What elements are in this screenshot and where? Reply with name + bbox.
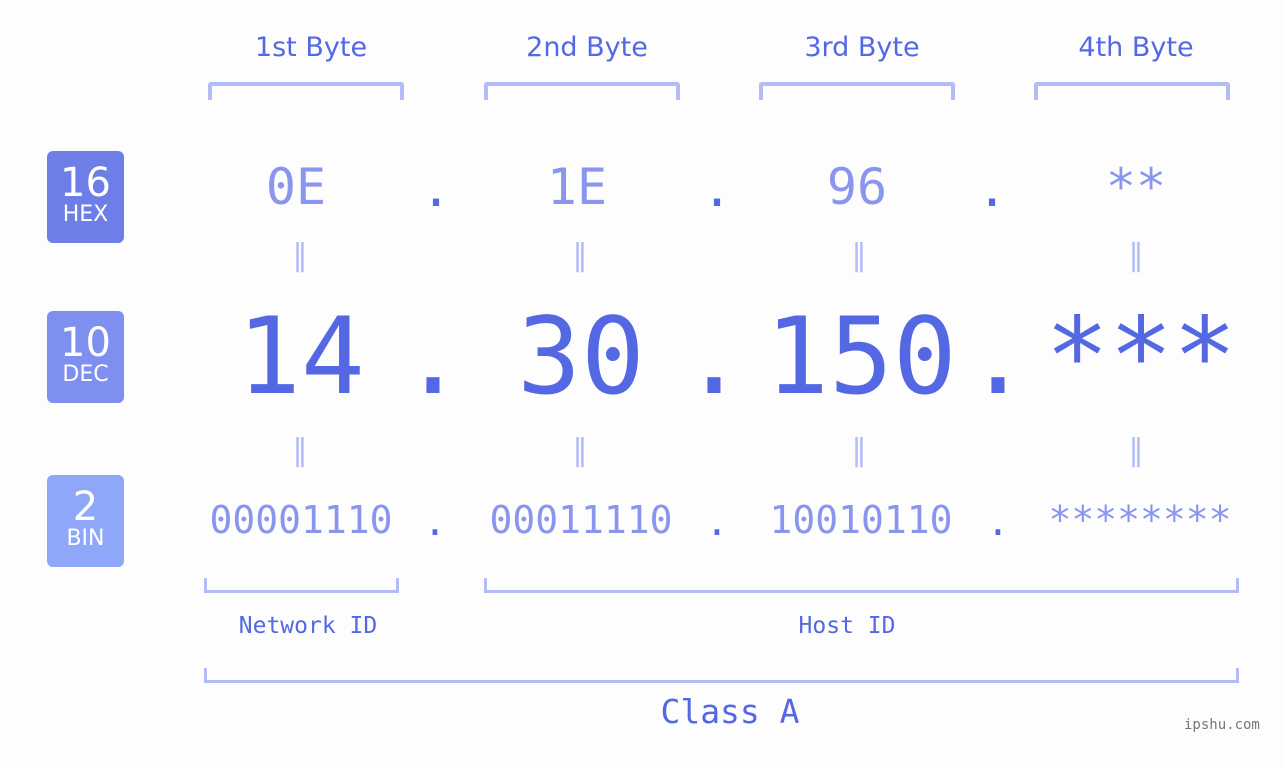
hex-dot-2: . <box>701 160 733 218</box>
equals-icon: ‖ <box>292 433 308 468</box>
equals-icon: ‖ <box>1128 238 1144 273</box>
bin-label: BIN <box>66 526 105 551</box>
equals-icon: ‖ <box>572 433 588 468</box>
bin-dot-2: . <box>705 500 729 544</box>
byte-bracket-4 <box>1034 82 1230 100</box>
hex-byte-2: 1E <box>546 158 608 216</box>
dec-byte-3: 150 <box>765 295 957 418</box>
bin-byte-2: 00011110 <box>489 498 673 542</box>
hex-badge: 16 HEX <box>47 151 124 243</box>
network-id-bracket <box>204 578 399 593</box>
bin-base: 2 <box>72 484 99 530</box>
bin-dot-1: . <box>423 500 447 544</box>
host-id-bracket <box>484 578 1239 593</box>
bin-badge: 2 BIN <box>47 475 124 567</box>
byte-bracket-2 <box>484 82 680 100</box>
byte-bracket-3 <box>759 82 955 100</box>
network-id-label: Network ID <box>238 613 378 639</box>
class-bracket <box>204 668 1239 683</box>
dec-dot-2: . <box>682 295 746 418</box>
dec-label: DEC <box>62 362 109 387</box>
dec-byte-1: 14 <box>237 295 365 418</box>
hex-byte-1: 0E <box>265 158 327 216</box>
equals-icon: ‖ <box>1128 433 1144 468</box>
hex-byte-3: 96 <box>826 158 888 216</box>
host-id-label: Host ID <box>798 613 896 639</box>
dec-dot-3: . <box>966 295 1030 418</box>
bin-byte-4: ******** <box>1048 498 1232 542</box>
equals-icon: ‖ <box>572 238 588 273</box>
byte-header-4: 4th Byte <box>1078 32 1194 63</box>
hex-base: 16 <box>60 160 111 206</box>
hex-label: HEX <box>62 202 109 227</box>
dec-byte-2: 30 <box>517 295 645 418</box>
class-label: Class A <box>660 692 800 731</box>
equals-icon: ‖ <box>851 433 867 468</box>
byte-header-1: 1st Byte <box>254 32 368 63</box>
dec-byte-4: *** <box>1045 295 1237 418</box>
equals-icon: ‖ <box>292 238 308 273</box>
byte-header-2: 2nd Byte <box>526 32 648 63</box>
watermark: ipshu.com <box>1184 717 1260 733</box>
dec-base: 10 <box>60 320 111 366</box>
bin-byte-3: 10010110 <box>769 498 953 542</box>
bin-dot-3: . <box>986 500 1010 544</box>
bin-byte-1: 00001110 <box>209 498 393 542</box>
hex-byte-4: ** <box>1105 158 1167 216</box>
dec-dot-1: . <box>401 295 465 418</box>
byte-bracket-1 <box>208 82 404 100</box>
dec-badge: 10 DEC <box>47 311 124 403</box>
hex-dot-3: . <box>976 160 1008 218</box>
equals-icon: ‖ <box>851 238 867 273</box>
hex-dot-1: . <box>420 160 452 218</box>
byte-header-3: 3rd Byte <box>804 32 920 63</box>
